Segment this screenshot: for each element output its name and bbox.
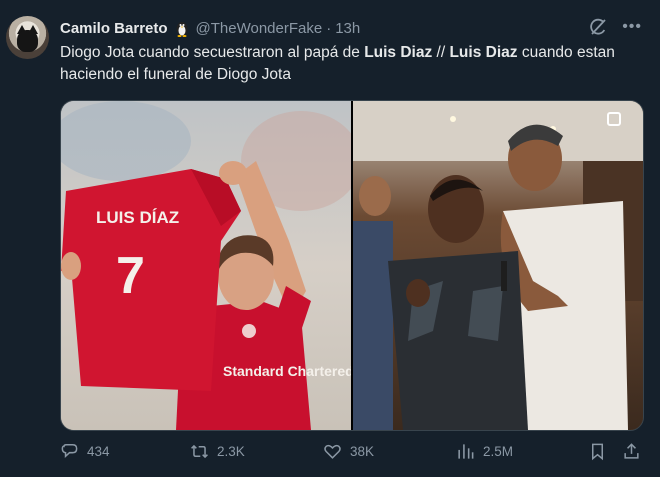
- views-icon: [458, 444, 474, 459]
- photo-left[interactable]: LUIS DÍAZ 7 Standard Chartered: [61, 101, 351, 430]
- tweet-text-bold: Luis Diaz: [364, 44, 433, 61]
- share-button[interactable]: [622, 442, 649, 461]
- author-name[interactable]: Camilo Barreto: [60, 20, 168, 37]
- reply-count: 434: [87, 444, 110, 459]
- like-count: 38K: [350, 444, 375, 459]
- tweet-header: Camilo Barreto @TheWonderFake · 13h: [60, 18, 360, 38]
- avatar[interactable]: [6, 16, 49, 59]
- tweet[interactable]: Camilo Barreto @TheWonderFake · 13h ••• …: [0, 0, 660, 477]
- photo-right[interactable]: [353, 101, 643, 430]
- media-grid: LUIS DÍAZ 7 Standard Chartered: [60, 100, 644, 431]
- tweet-text-bold: Luis Diaz: [449, 44, 518, 61]
- share-icon: [624, 443, 639, 459]
- timestamp[interactable]: 13h: [335, 20, 360, 37]
- repost-icon: [191, 444, 208, 459]
- action-bar: 434 2.3K 38K 2.5M: [60, 442, 645, 468]
- reply-button[interactable]: 434: [60, 442, 110, 461]
- jersey-name-text: LUIS DÍAZ: [96, 208, 179, 227]
- author-handle[interactable]: @TheWonderFake: [196, 20, 323, 37]
- avatar-cat: [17, 30, 38, 52]
- header-actions: •••: [588, 17, 642, 37]
- like-button[interactable]: 38K: [323, 442, 374, 461]
- grok-icon[interactable]: [588, 17, 608, 37]
- repost-count: 2.3K: [217, 444, 245, 459]
- tweet-text: Diogo Jota cuando secuestraron al papá d…: [60, 42, 645, 86]
- reply-icon: [61, 444, 78, 458]
- penguin-icon: [174, 19, 190, 37]
- photo-right-illustration: [353, 101, 643, 430]
- bookmark-icon: [591, 443, 604, 461]
- tweet-text-part: Diogo Jota cuando secuestraron al papá d…: [60, 44, 365, 61]
- more-icon[interactable]: •••: [622, 18, 642, 36]
- bookmark-button[interactable]: [588, 442, 615, 461]
- views-button[interactable]: 2.5M: [456, 442, 513, 461]
- repost-button[interactable]: 2.3K: [190, 442, 245, 461]
- views-count: 2.5M: [483, 444, 514, 459]
- photo-left-illustration: LUIS DÍAZ 7 Standard Chartered: [61, 101, 351, 430]
- separator-dot: ·: [326, 19, 332, 37]
- sponsor-text: Standard Chartered: [223, 363, 351, 379]
- jersey-number-text: 7: [116, 247, 145, 305]
- like-icon: [324, 444, 341, 459]
- tweet-text-part: //: [432, 44, 450, 61]
